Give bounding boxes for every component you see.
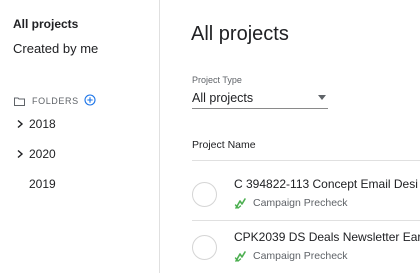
project-type-value: All projects xyxy=(192,91,254,105)
folder-name: 2020 xyxy=(29,147,56,161)
app-window: All projects Created by me FOLDERS 2018 … xyxy=(0,0,420,273)
row-divider xyxy=(192,220,420,221)
add-folder-icon[interactable] xyxy=(84,94,96,106)
chevron-right-icon[interactable] xyxy=(15,149,25,159)
sidebar-item-created-by-me[interactable]: Created by me xyxy=(13,41,98,56)
folder-icon xyxy=(14,97,25,106)
column-header-project-name[interactable]: Project Name xyxy=(192,139,256,151)
chevron-right-icon[interactable] xyxy=(15,119,25,129)
project-name[interactable]: CPK2039 DS Deals Newsletter Ear xyxy=(234,230,420,244)
project-type-select[interactable]: All projects xyxy=(192,88,328,109)
project-type: Campaign Precheck xyxy=(234,196,348,210)
folder-item-2020[interactable]: 2020 xyxy=(15,146,56,162)
sidebar-item-all-projects[interactable]: All projects xyxy=(13,17,78,31)
header-divider xyxy=(192,160,420,161)
project-name[interactable]: C 394822-113 Concept Email Desi xyxy=(234,177,418,191)
campaign-precheck-icon xyxy=(234,197,246,209)
project-type-label: Project Type xyxy=(192,75,242,85)
main-content: All projects Project Type All projects P… xyxy=(161,0,420,273)
row-select-checkbox[interactable] xyxy=(192,235,217,260)
project-type: Campaign Precheck xyxy=(234,249,348,263)
page-title: All projects xyxy=(191,23,289,45)
folder-item-2019[interactable]: 2019 xyxy=(15,176,56,192)
sidebar: All projects Created by me FOLDERS 2018 … xyxy=(0,0,160,273)
campaign-precheck-icon xyxy=(234,250,246,262)
row-select-checkbox[interactable] xyxy=(192,182,217,207)
project-type-label: Campaign Precheck xyxy=(253,250,348,262)
project-type-label: Campaign Precheck xyxy=(253,197,348,209)
caret-down-icon xyxy=(318,95,326,100)
folders-label: FOLDERS xyxy=(32,96,79,106)
folder-name: 2019 xyxy=(29,177,56,191)
folder-item-2018[interactable]: 2018 xyxy=(15,116,56,132)
folder-name: 2018 xyxy=(29,117,56,131)
folders-header: FOLDERS xyxy=(14,94,79,108)
